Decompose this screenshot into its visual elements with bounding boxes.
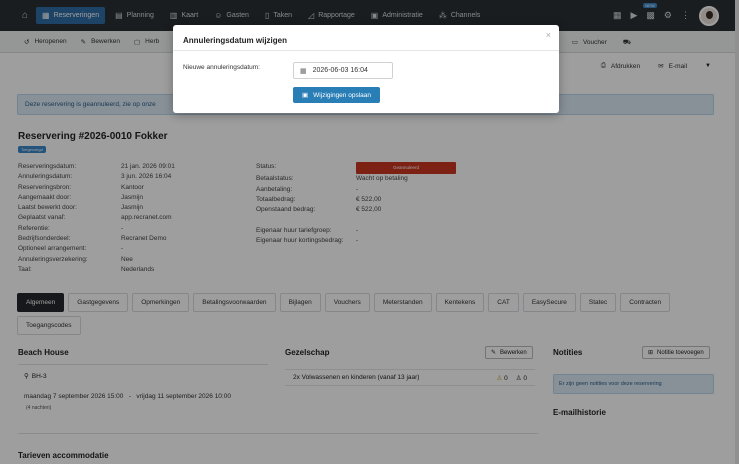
divider (173, 50, 559, 51)
save-icon: ▣ (302, 92, 309, 99)
calendar-icon: ▦ (300, 67, 307, 75)
save-changes-button[interactable]: ▣ Wijzigingen opslaan (293, 87, 380, 103)
date-value: 2026-06-03 16:04 (312, 67, 368, 74)
close-icon[interactable]: × (546, 30, 551, 40)
save-label: Wijzigingen opslaan (313, 91, 371, 99)
cancellation-date-modal: Annuleringsdatum wijzigen × Nieuwe annul… (173, 25, 559, 113)
cancellation-date-input[interactable]: ▦ 2026-06-03 16:04 (293, 62, 393, 79)
cancellation-date-label: Nieuwe annuleringsdatum: (183, 64, 260, 71)
modal-title: Annuleringsdatum wijzigen (183, 36, 288, 45)
